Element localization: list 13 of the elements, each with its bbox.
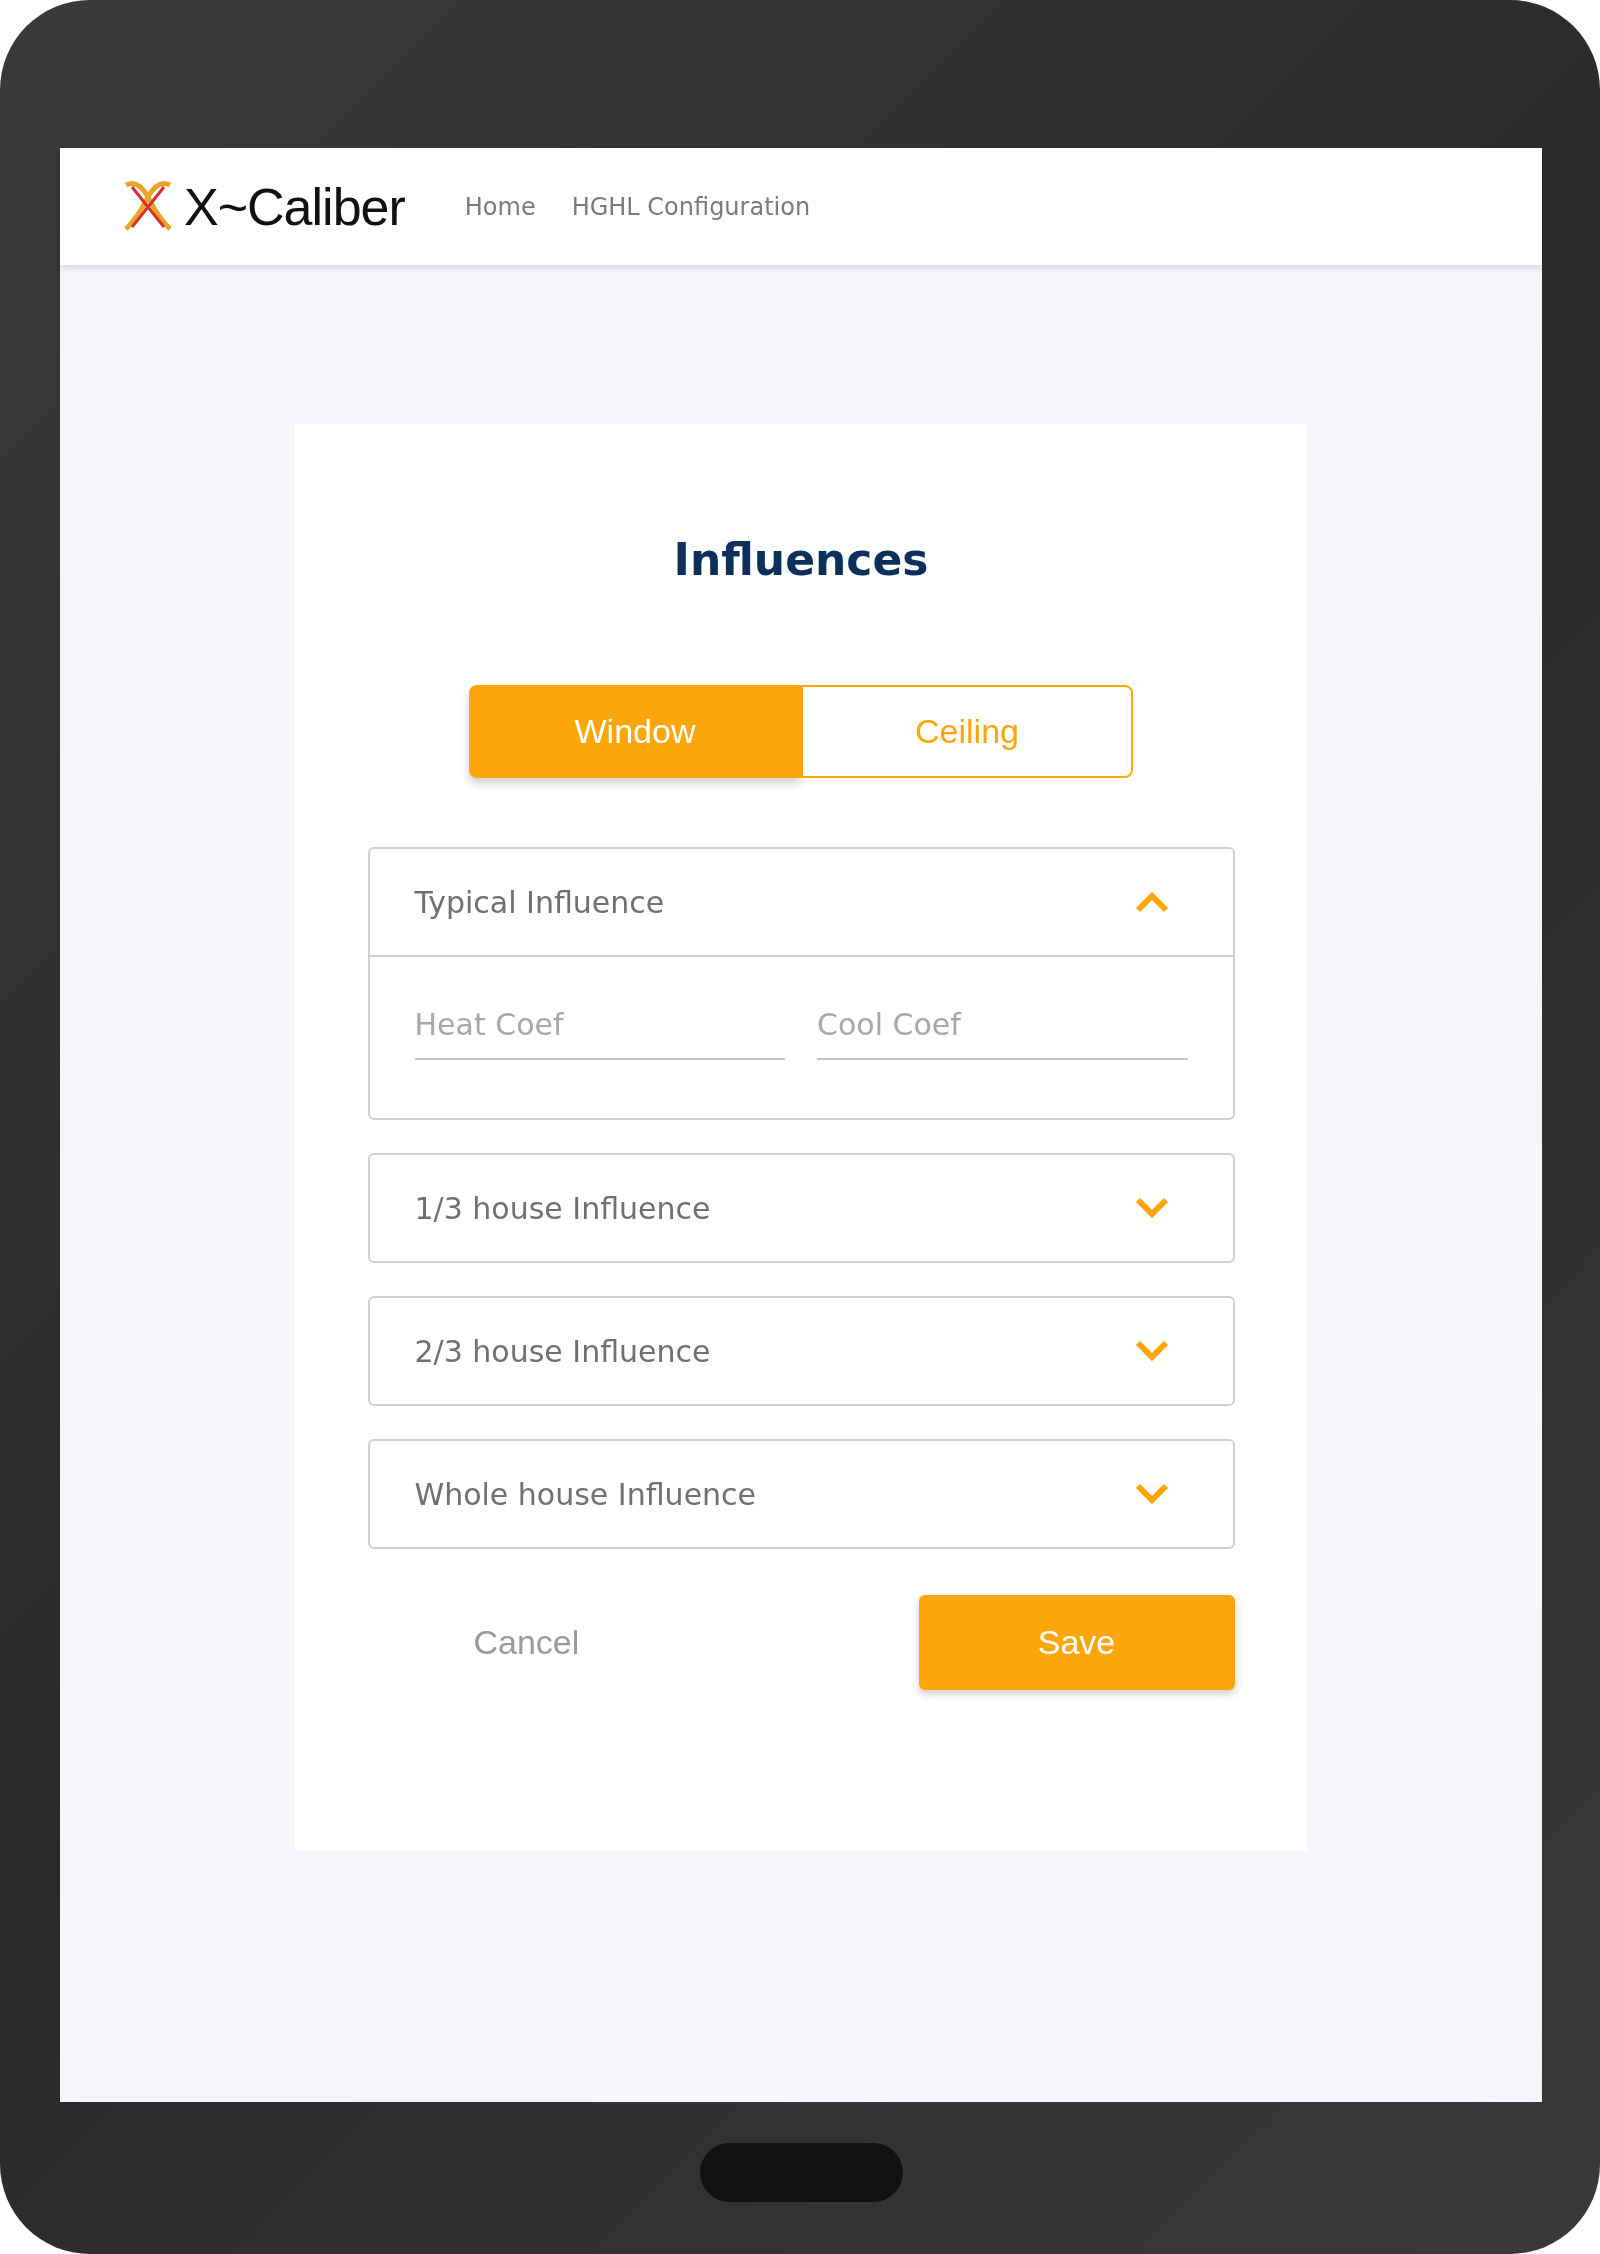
accordion-title: Typical Influence: [414, 884, 665, 920]
nav-link[interactable]: HGHL Configuration: [571, 192, 811, 221]
accordion-title: Whole house Influence: [414, 1476, 757, 1512]
accordion-header[interactable]: Whole house Influence: [369, 1441, 1233, 1547]
page-title: Influences: [673, 534, 929, 585]
accordion-title: 1/3 house Influence: [414, 1190, 711, 1226]
accordion-title: 2/3 house Influence: [414, 1333, 711, 1369]
accordion-header[interactable]: Typical Influence: [369, 849, 1233, 957]
cancel-button[interactable]: Cancel: [467, 1622, 586, 1663]
nav-link[interactable]: Home: [464, 192, 536, 221]
accordion-header[interactable]: 1/3 house Influence: [369, 1155, 1233, 1261]
brand-name: X~Caliber: [184, 176, 405, 237]
accordion-header[interactable]: 2/3 house Influence: [369, 1298, 1233, 1404]
